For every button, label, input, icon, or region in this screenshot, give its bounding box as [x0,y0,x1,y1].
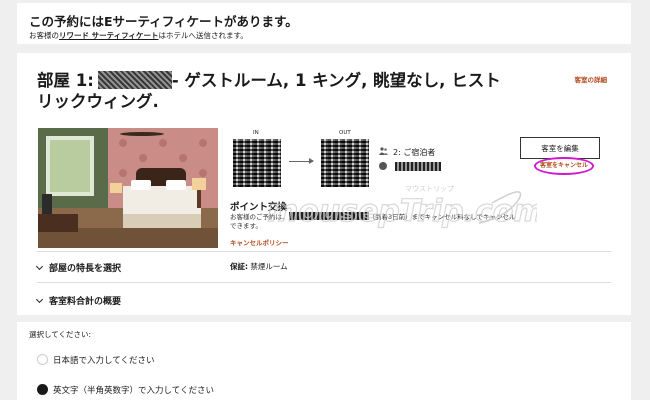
cancellation-description: お客様のご予約は、 （到着3日前）までキャンセル料なしでキャンセルできます。 [230,212,520,231]
language-selection: 選択してください: 日本語で入力してください 英文字（半角英数字）で入力してくだ… [17,322,631,400]
rate-summary-label: 客室料合計の概要 [49,297,122,307]
guarantee-label: 保証: [230,262,248,271]
guarantee-info: 保証: 禁煙ルーム [230,261,288,272]
cancel-room-link[interactable]: 客室をキャンセル [534,157,594,175]
guests-icon [379,147,388,155]
points-redemption-title: ポイント交換 [230,202,288,213]
divider [37,251,611,252]
radio-unchecked[interactable] [37,354,48,365]
redacted-nights [395,162,441,171]
redacted-block [97,71,172,89]
language-option-label: 日本語で入力してください [53,356,155,366]
radio-checked[interactable] [37,384,48,395]
room-details-link[interactable]: 客室の詳細 [575,74,608,84]
language-option-english[interactable]: 英文字（半角英数字）で入力してください [37,384,214,396]
chevron-down-icon [35,295,44,304]
redacted-date [288,212,369,220]
checkout-label: OUT [339,130,351,136]
reward-certificate-link[interactable]: リワード サーティフィケート [59,31,159,40]
svg-text:マウストリップ: マウストリップ [405,185,454,193]
certificate-sub-prefix: お客様の [29,31,59,40]
cancel-policy-link[interactable]: キャンセルポリシー [230,237,289,247]
arrow-right-icon [289,158,314,164]
nights-icon [379,162,387,170]
edit-room-button[interactable]: 客室を編集 [520,137,600,159]
chevron-down-icon [35,262,44,271]
certificate-title: この予約にはEサーティフィケートがあります。 [29,14,298,29]
room-features-label: 部屋の特長を選択 [49,264,122,274]
watermark-logo: mousepTrip.com マウストリップ [266,185,537,230]
room-title-prefix: 部屋 1: [37,71,94,90]
guest-count: 2: ご宿泊者 [393,148,436,157]
certificate-notice: この予約にはEサーティフィケートがあります。 お客様のリワード サーティフィケー… [17,3,631,44]
room-card: 部屋 1: - ゲストルーム, 1 キング, 眺望なし, ヒストリックウィング. … [17,53,631,315]
room-features-toggle[interactable]: 部屋の特長を選択 [35,261,122,274]
redacted-checkout-date [321,139,369,187]
redacted-checkin-date [233,139,281,187]
language-option-label: 英文字（半角英数字）で入力してください [53,386,214,396]
checkin-label: IN [253,130,259,136]
guarantee-value: 禁煙ルーム [250,262,288,271]
divider [37,282,611,283]
rate-summary-toggle[interactable]: 客室料合計の概要 [35,294,122,307]
room-title: 部屋 1: - ゲストルーム, 1 キング, 眺望なし, ヒストリックウィング. [37,70,517,112]
certificate-sub-suffix: はホテルへ送信されます。 [158,31,248,40]
language-prompt: 選択してください: [29,330,92,339]
language-option-japanese[interactable]: 日本語で入力してください [37,354,155,366]
cancel-desc-prefix: お客様のご予約は、 [230,213,289,221]
certificate-subtitle: お客様のリワード サーティフィケートはホテルへ送信されます。 [29,30,248,41]
room-photo [38,128,218,248]
